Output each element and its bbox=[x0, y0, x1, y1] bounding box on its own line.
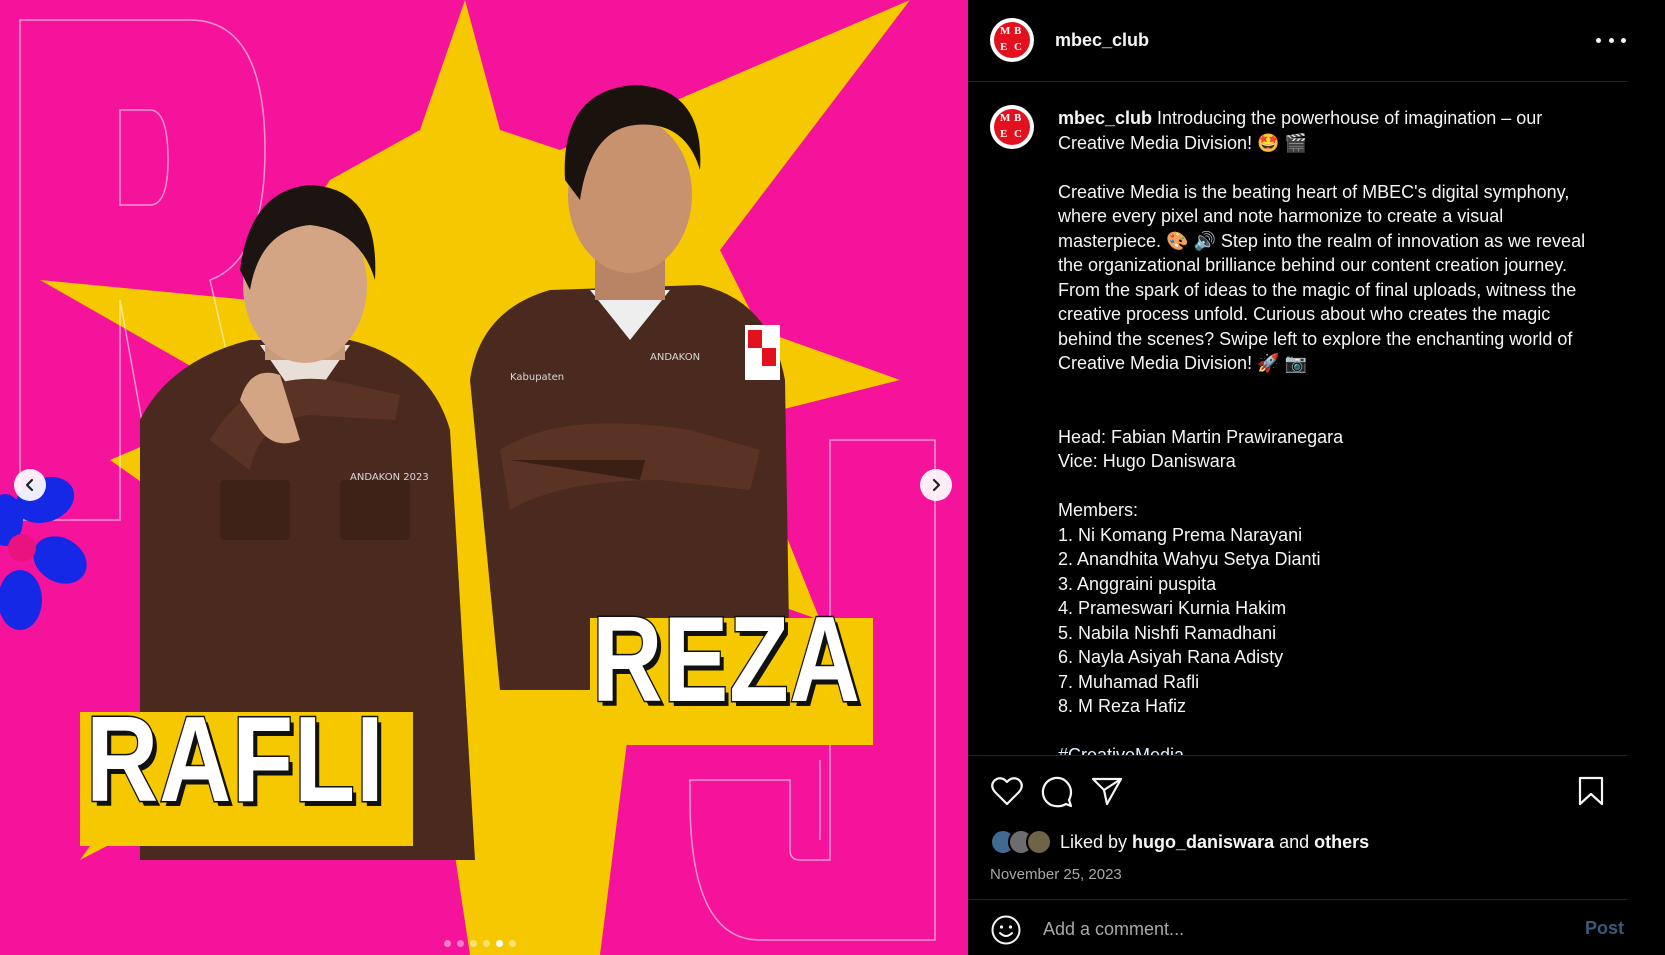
member-item: 5. Nabila Nishfi Ramadhani bbox=[1058, 622, 1277, 643]
mbec-logo: M B E C bbox=[994, 22, 1030, 58]
member-item: 4. Prameswari Kurnia Hakim bbox=[1058, 598, 1287, 618]
chevron-left-icon bbox=[25, 478, 34, 492]
caption-username[interactable]: mbec_club bbox=[1058, 108, 1152, 128]
caption-avatar[interactable]: M B E C bbox=[990, 105, 1034, 149]
post-header: M B E C mbec_club bbox=[968, 0, 1646, 82]
svg-text:Kabupaten: Kabupaten bbox=[510, 372, 564, 383]
carousel-prev-button[interactable] bbox=[14, 469, 46, 501]
member-item: 3. Anggraini puspita bbox=[1058, 573, 1217, 594]
chevron-right-icon bbox=[932, 478, 941, 492]
caption-vice: Vice: Hugo Daniswara bbox=[1058, 451, 1236, 471]
carousel-dot-active[interactable] bbox=[496, 940, 503, 947]
liker-avatar bbox=[1026, 829, 1052, 855]
mbec-logo: M B E C bbox=[994, 109, 1030, 145]
carousel-dot[interactable] bbox=[457, 940, 464, 947]
save-button[interactable] bbox=[1577, 775, 1605, 812]
carousel-dot[interactable] bbox=[483, 940, 490, 947]
more-dot-icon bbox=[1621, 37, 1626, 43]
post-side-panel: M B E C mbec_club M B E C mbec_club Intr… bbox=[968, 0, 1646, 955]
logo-letter: C bbox=[1014, 41, 1022, 53]
post-caption: mbec_club Introducing the powerhouse of … bbox=[1058, 106, 1598, 755]
smiley-icon bbox=[991, 915, 1021, 945]
svg-text:ANDAKON 2023: ANDAKON 2023 bbox=[350, 472, 429, 483]
rafli-name-label: RAFLI bbox=[85, 691, 385, 827]
emoji-button[interactable] bbox=[990, 914, 1022, 951]
logo-letter: C bbox=[1014, 128, 1022, 140]
caption-hashtag[interactable]: #CreativeMedia bbox=[1058, 745, 1184, 755]
liked-by-row[interactable]: Liked by hugo_daniswara and others bbox=[990, 829, 1369, 855]
comment-bar: Post bbox=[968, 899, 1628, 955]
header-username[interactable]: mbec_club bbox=[1055, 30, 1149, 51]
caption-members-title: Members: bbox=[1058, 500, 1139, 520]
carousel-dots bbox=[444, 940, 516, 947]
liked-by-user[interactable]: hugo_daniswara bbox=[1132, 832, 1274, 852]
caption-head: Head: Fabian Martin Prawiranegara bbox=[1058, 426, 1344, 447]
member-item: 2. Anandhita Wahyu Setya Dianti bbox=[1058, 549, 1321, 569]
comment-bubble-icon bbox=[1041, 776, 1073, 808]
logo-letter: B bbox=[1014, 25, 1022, 37]
reza-name-label: REZA bbox=[591, 591, 861, 727]
instagram-post-view: ANDAKON 2023 Kabupaten ANDAKON RAFLI REZ… bbox=[0, 0, 1665, 955]
svg-text:ANDAKON: ANDAKON bbox=[650, 352, 700, 363]
liked-by-middle: and bbox=[1274, 831, 1315, 852]
logo-letter: M bbox=[1000, 25, 1011, 37]
member-item: 7. Muhamad Rafli bbox=[1058, 671, 1200, 692]
post-media-carousel[interactable]: ANDAKON 2023 Kabupaten ANDAKON RAFLI REZ… bbox=[0, 0, 968, 955]
member-item: 8. M Reza Hafiz bbox=[1058, 696, 1187, 716]
carousel-dot[interactable] bbox=[444, 940, 451, 947]
like-button[interactable] bbox=[990, 775, 1024, 812]
member-item: 6. Nayla Asiyah Rana Adisty bbox=[1058, 647, 1284, 667]
carousel-dot[interactable] bbox=[509, 940, 516, 947]
logo-letter: E bbox=[1000, 41, 1008, 53]
page-scrollbar[interactable] bbox=[1627, 0, 1646, 955]
carousel-next-button[interactable] bbox=[920, 469, 952, 501]
paper-plane-icon bbox=[1091, 777, 1123, 806]
blue-flower-decoration bbox=[0, 476, 87, 630]
logo-letter: M bbox=[1000, 112, 1011, 124]
comment-input[interactable] bbox=[1043, 916, 1523, 942]
liked-by-text: Liked by hugo_daniswara and others bbox=[1060, 832, 1369, 853]
liked-by-others[interactable]: others bbox=[1314, 832, 1369, 852]
post-actions: Liked by hugo_daniswara and others Novem… bbox=[968, 755, 1628, 955]
more-options-button[interactable] bbox=[1596, 30, 1626, 50]
more-dot-icon bbox=[1596, 37, 1601, 43]
caption-body: Creative Media is the beating heart of M… bbox=[1058, 181, 1591, 374]
post-date[interactable]: November 25, 2023 bbox=[990, 866, 1122, 883]
logo-letter: B bbox=[1014, 112, 1022, 124]
heart-icon bbox=[991, 777, 1023, 806]
bookmark-icon bbox=[1578, 776, 1604, 806]
more-dot-icon bbox=[1608, 37, 1614, 43]
carousel-dot[interactable] bbox=[470, 940, 477, 947]
member-item: 1. Ni Komang Prema Narayani bbox=[1058, 524, 1303, 545]
caption-scroll-area[interactable]: M B E C mbec_club Introducing the powerh… bbox=[968, 83, 1628, 755]
share-button[interactable] bbox=[1090, 775, 1124, 812]
post-comment-button[interactable]: Post bbox=[1585, 918, 1624, 939]
logo-letter: E bbox=[1000, 128, 1008, 140]
liked-by-prefix: Liked by bbox=[1060, 831, 1133, 852]
account-avatar[interactable]: M B E C bbox=[990, 18, 1034, 62]
comment-button[interactable] bbox=[1040, 775, 1074, 814]
